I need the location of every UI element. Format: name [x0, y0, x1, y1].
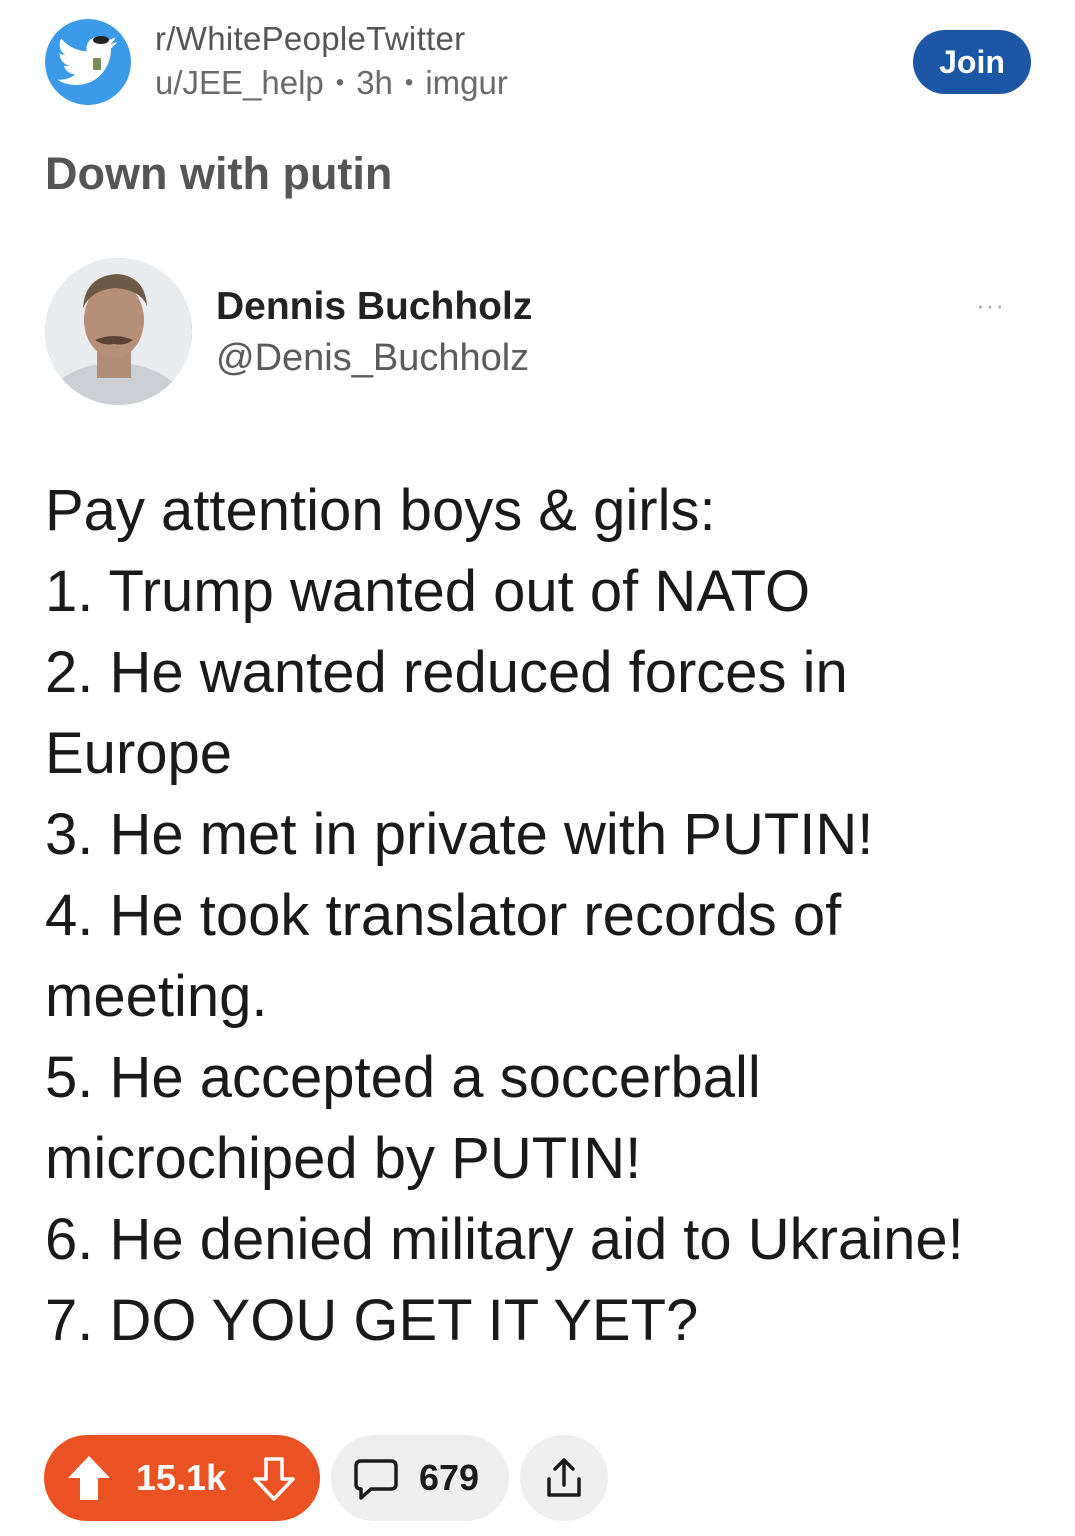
twitter-bird-icon — [57, 36, 117, 86]
share-icon — [547, 1458, 581, 1497]
tweet-line: 7. DO YOU GET IT YET? — [45, 1288, 699, 1353]
tweet-line: Europe — [45, 721, 233, 786]
share-button[interactable] — [520, 1435, 608, 1521]
tweet-line: 5. He accepted a soccerball — [45, 1045, 761, 1110]
tweet-line: 4. He took translator records of — [45, 883, 842, 948]
post-title[interactable]: Down with putin — [45, 148, 392, 200]
tweet-text: Pay attention boys & girls: 1. Trump wan… — [45, 470, 1045, 1361]
meta-separator: • — [404, 69, 414, 96]
join-button[interactable]: Join — [913, 30, 1031, 94]
post-age: 3h — [356, 64, 393, 101]
vote-bar: 15.1k — [44, 1435, 320, 1521]
upvote-arrow-icon[interactable] — [66, 1454, 112, 1502]
tweet-line: 1. Trump wanted out of NATO — [45, 559, 811, 624]
tweet-avatar — [45, 258, 192, 405]
tweet-avatar-photo — [45, 258, 192, 405]
upvote-count: 15.1k — [136, 1457, 227, 1498]
tweet-line: 2. He wanted reduced forces in — [45, 640, 848, 705]
tweet-author-name: Dennis Buchholz — [216, 285, 533, 328]
subreddit-name[interactable]: r/WhitePeopleTwitter — [155, 20, 465, 58]
tweet-line: 6. He denied military aid to Ukraine! — [45, 1207, 964, 1272]
more-dots-icon: ··· — [976, 290, 1005, 320]
tweet-line: meeting. — [45, 964, 268, 1029]
meta-separator: • — [335, 69, 345, 96]
post-source[interactable]: imgur — [425, 64, 508, 102]
tweet-line: microchiped by PUTIN! — [45, 1126, 642, 1191]
comments-button[interactable]: 679 — [331, 1435, 509, 1521]
tweet-author-handle: @Denis_Buchholz — [216, 337, 530, 379]
author-name[interactable]: u/JEE_help — [155, 64, 324, 102]
comment-count: 679 — [419, 1457, 480, 1498]
subreddit-avatar[interactable] — [45, 19, 131, 105]
comment-bubble-icon — [354, 1459, 398, 1500]
post-meta: u/JEE_help • 3h • imgur — [155, 64, 508, 102]
tweet-line: 3. He met in private with PUTIN! — [45, 802, 874, 867]
downvote-arrow-icon[interactable] — [252, 1456, 296, 1502]
tweet-line: Pay attention boys & girls: — [45, 478, 716, 543]
